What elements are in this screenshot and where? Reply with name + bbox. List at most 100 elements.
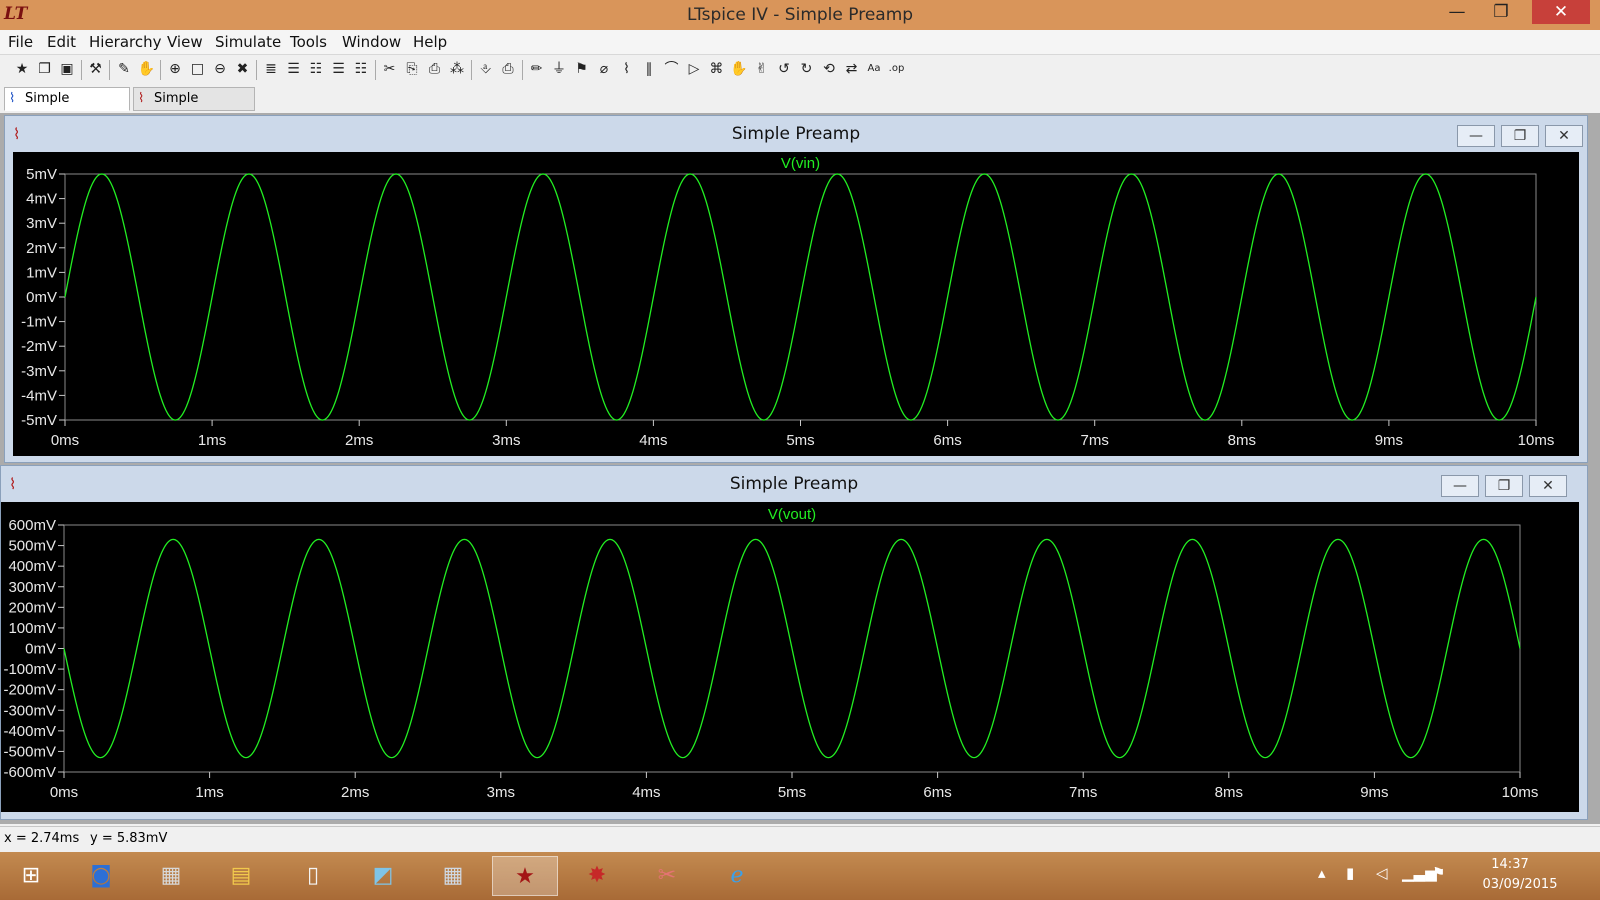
taskbar-paint-icon[interactable]: ◩ — [354, 856, 412, 896]
tab-schematic[interactable]: ⌇Simple Preamp — [4, 87, 130, 128]
autorange-icon[interactable]: ≣ — [261, 59, 281, 79]
y-tick-label: 2mV — [26, 240, 57, 257]
label-net-icon[interactable]: ⚑ — [572, 59, 592, 79]
pane-maximize-button[interactable]: ❐ — [1485, 475, 1523, 497]
text-icon[interactable]: Aa — [864, 59, 884, 79]
redo-icon[interactable]: ↻ — [797, 59, 817, 79]
tile-all-icon[interactable]: ☷ — [351, 59, 371, 79]
find-icon[interactable]: ⁂ — [447, 59, 467, 79]
waveform-pane-vout[interactable]: ⌇ Simple Preamp — ❐ ✕ 600mV 500mV 400mV 300… — [0, 465, 1588, 820]
print-icon[interactable]: ⎙ — [498, 59, 518, 79]
tab-waveform[interactable]: ⌇Simple Preamp — [133, 87, 255, 128]
paste-icon[interactable]: ⎙ — [425, 59, 445, 79]
menu-simulate[interactable]: Simulate — [215, 33, 281, 51]
pane-maximize-button[interactable]: ❐ — [1501, 125, 1539, 147]
x-tick-label: 10ms — [1518, 432, 1555, 449]
pane-header[interactable]: ⌇ Simple Preamp — ❐ ✕ — [1, 466, 1587, 502]
taskbar-snipping-tool-icon[interactable]: ✂ — [638, 856, 696, 896]
x-tick-label: 5ms — [778, 784, 806, 801]
pane-header[interactable]: ⌇ Simple Preamp — ❐ ✕ — [5, 116, 1587, 152]
inductor-icon[interactable]: ⌒ — [662, 59, 682, 79]
waveform-icon: ⌇ — [138, 91, 145, 106]
menu-help[interactable]: Help — [413, 33, 447, 51]
pane-minimize-button[interactable]: — — [1441, 475, 1479, 497]
draw-wire-icon[interactable]: ✏ — [527, 59, 547, 79]
spice-op-icon[interactable]: .op — [887, 59, 907, 79]
mdi-area: ⌇ Simple Preamp — ❐ ✕ 5mV 4mV 3mV 2mV 1mV 0mV… — [0, 113, 1600, 824]
halt-icon[interactable]: ✋ — [137, 59, 157, 79]
title-bar: LT LTspice IV - Simple Preamp — ❐ ✕ — [0, 0, 1600, 30]
spice-directive-icon[interactable]: ⌘ — [707, 59, 727, 79]
y-tick-label: 3mV — [26, 215, 57, 232]
taskbar-firewall-icon[interactable]: ▦ — [142, 856, 200, 896]
drag-icon[interactable]: ✌ — [752, 59, 772, 79]
taskbar-ltspice-icon[interactable]: ★ — [492, 856, 558, 896]
clock-time[interactable]: 14:37 — [1480, 857, 1540, 872]
tile-horizontal-icon[interactable]: ☷ — [306, 59, 326, 79]
series-legend: V(vin) — [781, 155, 820, 172]
ground-icon[interactable]: ⏚ — [549, 59, 569, 79]
toolbar-separator — [521, 60, 523, 80]
mirror-icon[interactable]: ⇄ — [842, 59, 862, 79]
plot-area[interactable]: 600mV 500mV 400mV 300mV 200mV 100mV 0mV -100mV -… — [1, 502, 1579, 812]
y-tick-label: 200mV — [8, 599, 56, 616]
close-button[interactable]: ✕ — [1532, 0, 1590, 24]
pane-close-button[interactable]: ✕ — [1529, 475, 1567, 497]
x-tick-label: 1ms — [198, 432, 226, 449]
restore-button[interactable]: ❐ — [1480, 0, 1522, 24]
menu-tools[interactable]: Tools — [290, 33, 327, 51]
zoom-in-icon[interactable]: ⊕ — [165, 59, 185, 79]
action-center-icon[interactable]: ⚑ — [1432, 864, 1445, 882]
waveform-pane-vin[interactable]: ⌇ Simple Preamp — ❐ ✕ 5mV 4mV 3mV 2mV 1mV 0mV… — [4, 115, 1588, 463]
move-icon[interactable]: ✋ — [729, 59, 749, 79]
volume-icon[interactable]: ◁ — [1376, 864, 1388, 882]
control-panel-icon[interactable]: ⚒ — [86, 59, 106, 79]
cut-icon[interactable]: ✂ — [380, 59, 400, 79]
taskbar-notepad-icon[interactable]: ▯ — [284, 856, 342, 896]
taskbar-calculator-icon[interactable]: ▦ — [424, 856, 482, 896]
component-icon[interactable]: ⌀ — [594, 59, 614, 79]
x-tick-label: 10ms — [1502, 784, 1539, 801]
pane-minimize-button[interactable]: — — [1457, 125, 1495, 147]
tile-vertical-icon[interactable]: ☰ — [329, 59, 349, 79]
zoom-out-icon[interactable]: ⊖ — [210, 59, 230, 79]
taskbar-internet-explorer-icon[interactable]: ℯ — [708, 856, 766, 896]
battery-icon[interactable]: ▮ — [1346, 864, 1354, 882]
capacitor-icon[interactable]: ∥ — [639, 59, 659, 79]
minimize-button[interactable]: — — [1436, 0, 1478, 24]
clock-date[interactable]: 03/09/2015 — [1480, 877, 1560, 892]
show-hidden-icons[interactable]: ▴ — [1318, 864, 1326, 882]
save-icon[interactable]: ▣ — [57, 59, 77, 79]
diode-icon[interactable]: ▷ — [684, 59, 704, 79]
print-preview-icon[interactable]: ⎀ — [476, 59, 496, 79]
cursor-x-readout: x = 2.74ms — [4, 831, 80, 846]
menu-edit[interactable]: Edit — [47, 33, 76, 51]
zoom-fit-icon[interactable]: ✖ — [233, 59, 253, 79]
pane-close-button[interactable]: ✕ — [1545, 125, 1583, 147]
copy-icon[interactable]: ⎘ — [402, 59, 422, 79]
y-tick-label: 300mV — [8, 579, 56, 596]
zoom-area-icon[interactable]: □ — [188, 59, 208, 79]
taskbar-start-icon[interactable]: ⊞ — [2, 856, 60, 896]
menu-window[interactable]: Window — [342, 33, 401, 51]
menu-hierarchy[interactable]: Hierarchy — [89, 33, 162, 51]
waveform-plot[interactable]: 600mV 500mV 400mV 300mV 200mV 100mV 0mV -100mV -… — [1, 502, 1579, 812]
toolbar-separator — [109, 60, 110, 80]
x-tick-label: 7ms — [1081, 432, 1109, 449]
rotate-icon[interactable]: ⟲ — [819, 59, 839, 79]
plot-area[interactable]: 5mV 4mV 3mV 2mV 1mV 0mV -1mV -2mV -3mV -4mV -5mV 0m… — [13, 152, 1579, 456]
cascade-icon[interactable]: ☰ — [284, 59, 304, 79]
menu-file[interactable]: File — [8, 33, 33, 51]
waveform-plot[interactable]: 5mV 4mV 3mV 2mV 1mV 0mV -1mV -2mV -3mV -4mV -5mV 0m… — [13, 152, 1579, 456]
resistor-icon[interactable]: ⌇ — [617, 59, 637, 79]
run-icon[interactable]: ✎ — [114, 59, 134, 79]
undo-icon[interactable]: ↺ — [774, 59, 794, 79]
taskbar-file-explorer-icon[interactable]: ▤ — [212, 856, 270, 896]
taskbar-splat-icon[interactable]: ✸ — [568, 856, 626, 896]
menu-view[interactable]: View — [167, 33, 203, 51]
toolbar-separator — [256, 60, 257, 80]
y-tick-label: 100mV — [8, 620, 56, 637]
open-icon[interactable]: ❐ — [35, 59, 55, 79]
taskbar-remote-desktop-icon[interactable]: ◙ — [72, 856, 130, 896]
new-schematic-icon[interactable]: ★ — [12, 59, 32, 79]
